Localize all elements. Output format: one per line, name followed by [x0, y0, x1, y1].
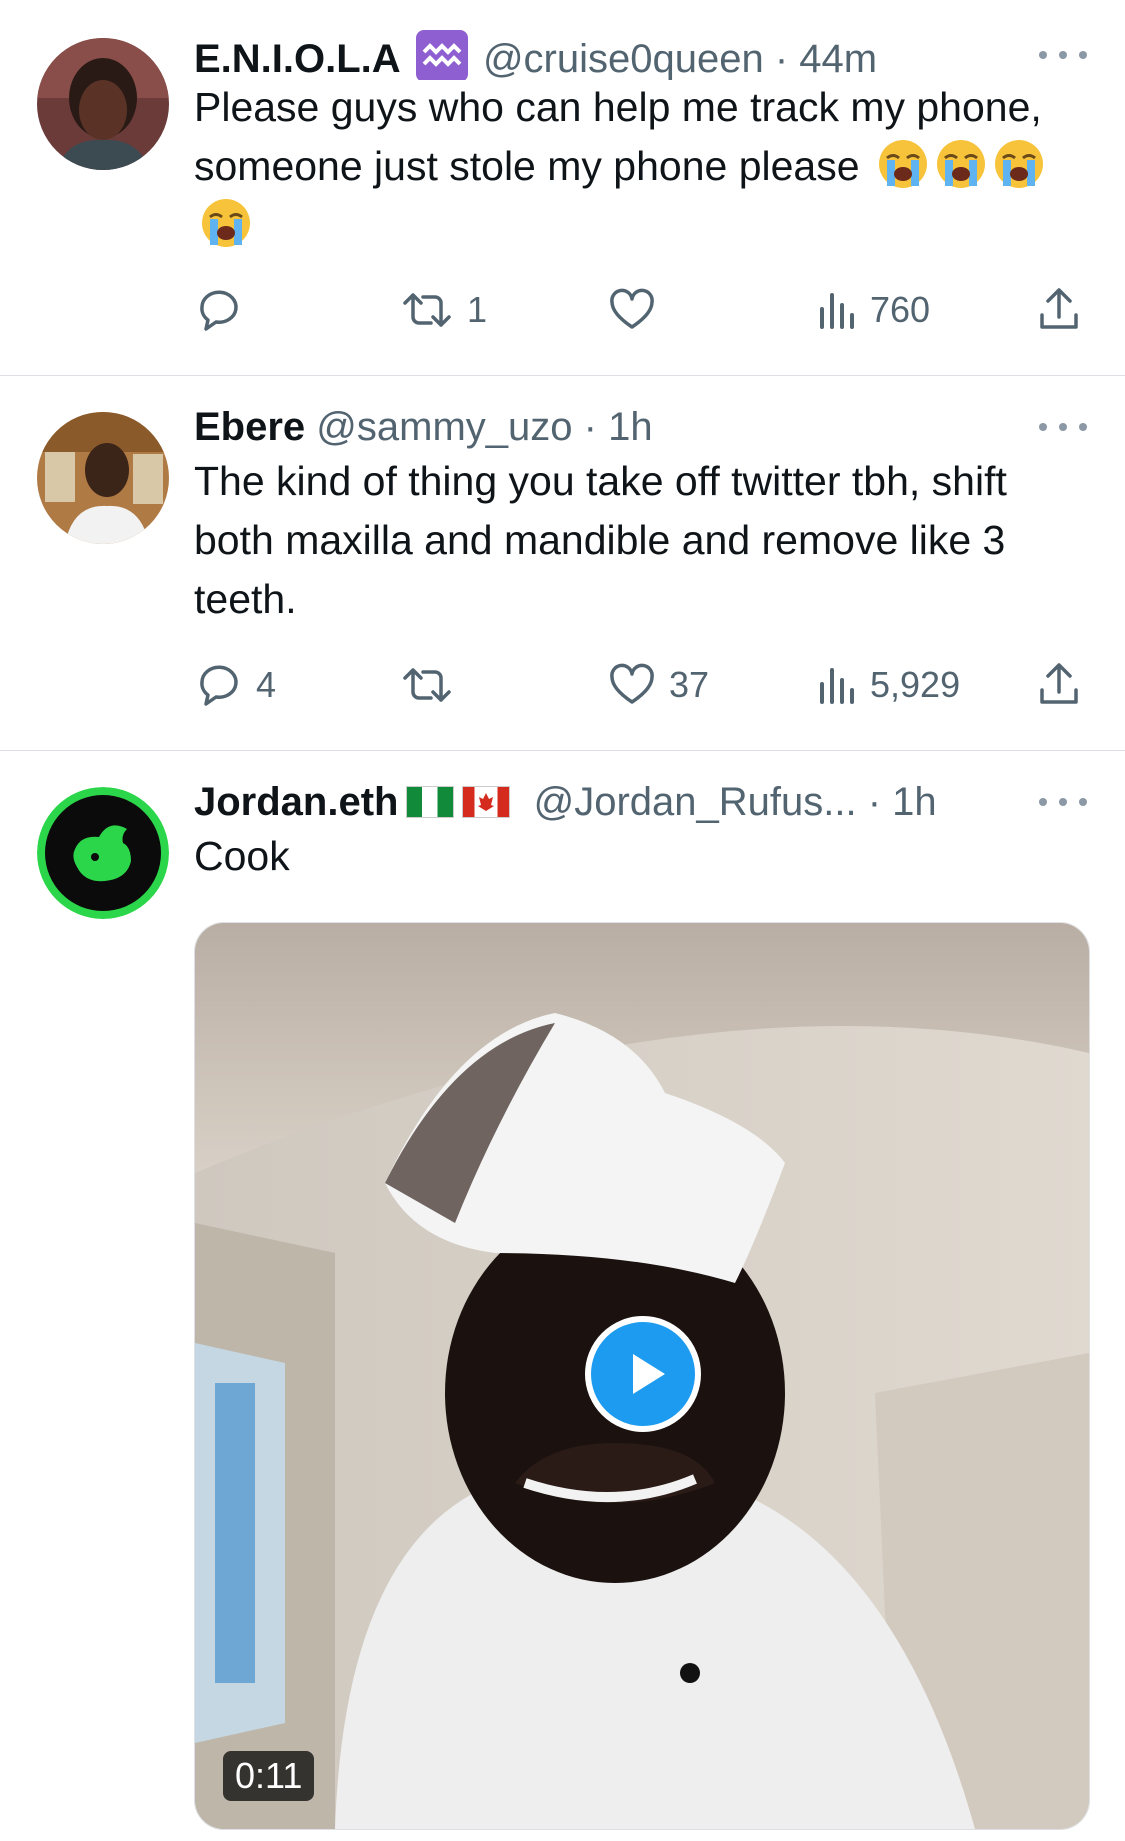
- views-count: 760: [870, 289, 931, 330]
- retweet-button[interactable]: 1: [399, 285, 487, 335]
- video-player[interactable]: 0:11: [194, 922, 1090, 1830]
- views-button[interactable]: 5,929: [814, 660, 960, 710]
- avatar-eniola[interactable]: [37, 38, 169, 170]
- timestamp[interactable]: · 1h: [584, 405, 653, 449]
- views-icon: [820, 668, 854, 704]
- reply-button[interactable]: [194, 285, 256, 335]
- play-icon: [633, 1354, 665, 1394]
- display-name[interactable]: Ebere: [194, 405, 305, 449]
- views-count: 5,929: [870, 664, 961, 705]
- play-button[interactable]: [585, 1316, 701, 1432]
- display-name[interactable]: Jordan.eth: [194, 780, 398, 824]
- tweet-text: Cook: [194, 833, 290, 879]
- loudly-crying-face-icon: [200, 197, 252, 249]
- more-options-icon[interactable]: [1039, 787, 1087, 817]
- views-button[interactable]: 760: [814, 285, 930, 335]
- nigeria-flag-icon: [406, 786, 455, 818]
- reply-button[interactable]: 4: [194, 660, 276, 710]
- more-options-icon[interactable]: [1039, 40, 1087, 70]
- share-button[interactable]: [1036, 285, 1082, 335]
- more-options-icon[interactable]: [1039, 412, 1087, 442]
- tweet-2[interactable]: Ebere @sammy_uzo · 1h The kind of thing …: [0, 376, 1125, 751]
- reply-count: 4: [256, 664, 277, 705]
- timestamp[interactable]: · 1h: [868, 780, 937, 824]
- reply-icon: [200, 290, 238, 331]
- share-icon: [1040, 288, 1078, 329]
- tweet-1[interactable]: E.N.I.O.L.A @cruise0queen · 44m Please g…: [0, 0, 1125, 376]
- display-name[interactable]: E.N.I.O.L.A: [194, 37, 401, 80]
- video-duration: 0:11: [223, 1751, 315, 1801]
- share-icon: [1040, 663, 1078, 704]
- views-icon: [820, 293, 854, 329]
- retweet-button[interactable]: [399, 660, 467, 710]
- handle[interactable]: @sammy_uzo: [316, 405, 572, 449]
- retweet-count: 1: [467, 289, 488, 330]
- tweet-header: Ebere @sammy_uzo · 1h: [194, 402, 995, 452]
- reply-icon: [200, 665, 238, 706]
- tweet-header: Jordan.eth @Jordan_Rufus... · 1h: [194, 777, 995, 827]
- loudly-crying-face-icon: [935, 138, 987, 190]
- retweet-icon: [403, 668, 451, 702]
- tweet-header: E.N.I.O.L.A @cruise0queen · 44m: [194, 30, 995, 80]
- aquarius-icon: [415, 30, 468, 80]
- like-button[interactable]: 37: [607, 660, 709, 710]
- avatar-jordan[interactable]: [37, 787, 169, 919]
- timestamp[interactable]: · 44m: [775, 37, 877, 80]
- like-count: 37: [669, 664, 710, 705]
- retweet-icon: [403, 293, 451, 327]
- loudly-crying-face-icon: [877, 138, 929, 190]
- canada-flag-icon: [462, 786, 511, 818]
- tweet-text: Please guys who can help me track my pho…: [194, 78, 1095, 255]
- tweet-actions: 4 37 5,929: [194, 660, 1094, 710]
- handle[interactable]: @cruise0queen: [483, 37, 764, 80]
- handle[interactable]: @Jordan_Rufus...: [534, 780, 857, 824]
- like-button[interactable]: [607, 285, 669, 335]
- heart-icon: [610, 663, 654, 704]
- heart-icon: [610, 288, 654, 329]
- loudly-crying-face-icon: [993, 138, 1045, 190]
- share-button[interactable]: [1036, 660, 1082, 710]
- tweet-text: The kind of thing you take off twitter t…: [194, 458, 1007, 622]
- avatar-ebere[interactable]: [37, 412, 169, 544]
- tweet-actions: 1 760: [194, 285, 1094, 335]
